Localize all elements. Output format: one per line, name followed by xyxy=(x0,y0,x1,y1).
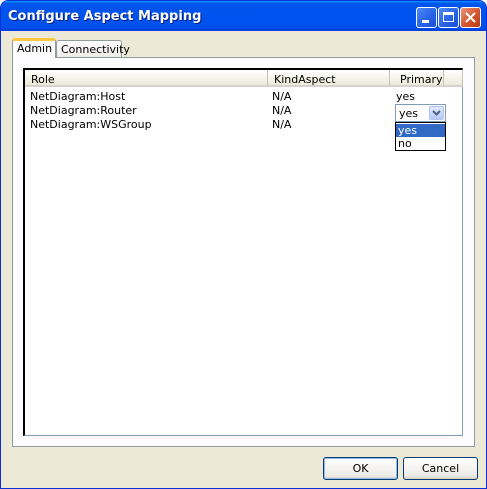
cancel-button[interactable]: Cancel xyxy=(403,457,478,480)
primary-combobox[interactable]: yes xyxy=(395,104,446,122)
title-bar[interactable]: Configure Aspect Mapping xyxy=(1,1,486,31)
maximize-button[interactable] xyxy=(438,7,459,28)
column-header-role[interactable]: Role xyxy=(25,70,268,87)
row-kindaspect: N/A xyxy=(272,104,292,117)
minimize-button[interactable] xyxy=(416,7,437,28)
row-kindaspect: N/A xyxy=(272,90,292,103)
column-header-filler xyxy=(444,70,463,87)
close-button[interactable] xyxy=(460,7,481,28)
row-role: NetDiagram:Host xyxy=(30,90,126,103)
column-header-role-label: Role xyxy=(31,73,55,86)
window-title: Configure Aspect Mapping xyxy=(8,9,202,24)
column-header-primary-label: Primary xyxy=(400,73,443,86)
ok-button-label: OK xyxy=(352,462,369,475)
tab-admin-label: Admin xyxy=(17,42,53,55)
primary-combobox-value: yes xyxy=(399,107,419,120)
tab-connectivity[interactable]: Connectivity xyxy=(56,40,130,57)
row-kindaspect: N/A xyxy=(272,118,292,131)
dropdown-option-no[interactable]: no xyxy=(396,137,445,150)
row-role: NetDiagram:Router xyxy=(30,104,137,117)
cancel-button-label: Cancel xyxy=(421,462,460,475)
dropdown-option-no-label: no xyxy=(398,137,412,150)
dropdown-option-yes-label: yes xyxy=(398,124,418,137)
column-header-kindaspect-label: KindAspect xyxy=(274,73,336,86)
row-role: NetDiagram:WSGroup xyxy=(30,118,152,131)
dropdown-arrow-button[interactable] xyxy=(429,106,444,120)
chevron-down-icon xyxy=(432,110,441,116)
close-icon xyxy=(465,12,476,23)
column-header-kindaspect[interactable]: KindAspect xyxy=(268,70,390,87)
column-header-primary[interactable]: Primary xyxy=(390,70,444,87)
dropdown-option-yes[interactable]: yes xyxy=(396,124,445,137)
minimize-icon xyxy=(422,20,429,23)
primary-dropdown-list: yes no xyxy=(395,122,446,151)
row-primary[interactable]: yes xyxy=(396,90,415,103)
tab-connectivity-label: Connectivity xyxy=(61,43,130,56)
tab-admin[interactable]: Admin xyxy=(12,38,56,58)
ok-button[interactable]: OK xyxy=(323,457,398,480)
maximize-icon xyxy=(443,12,454,22)
